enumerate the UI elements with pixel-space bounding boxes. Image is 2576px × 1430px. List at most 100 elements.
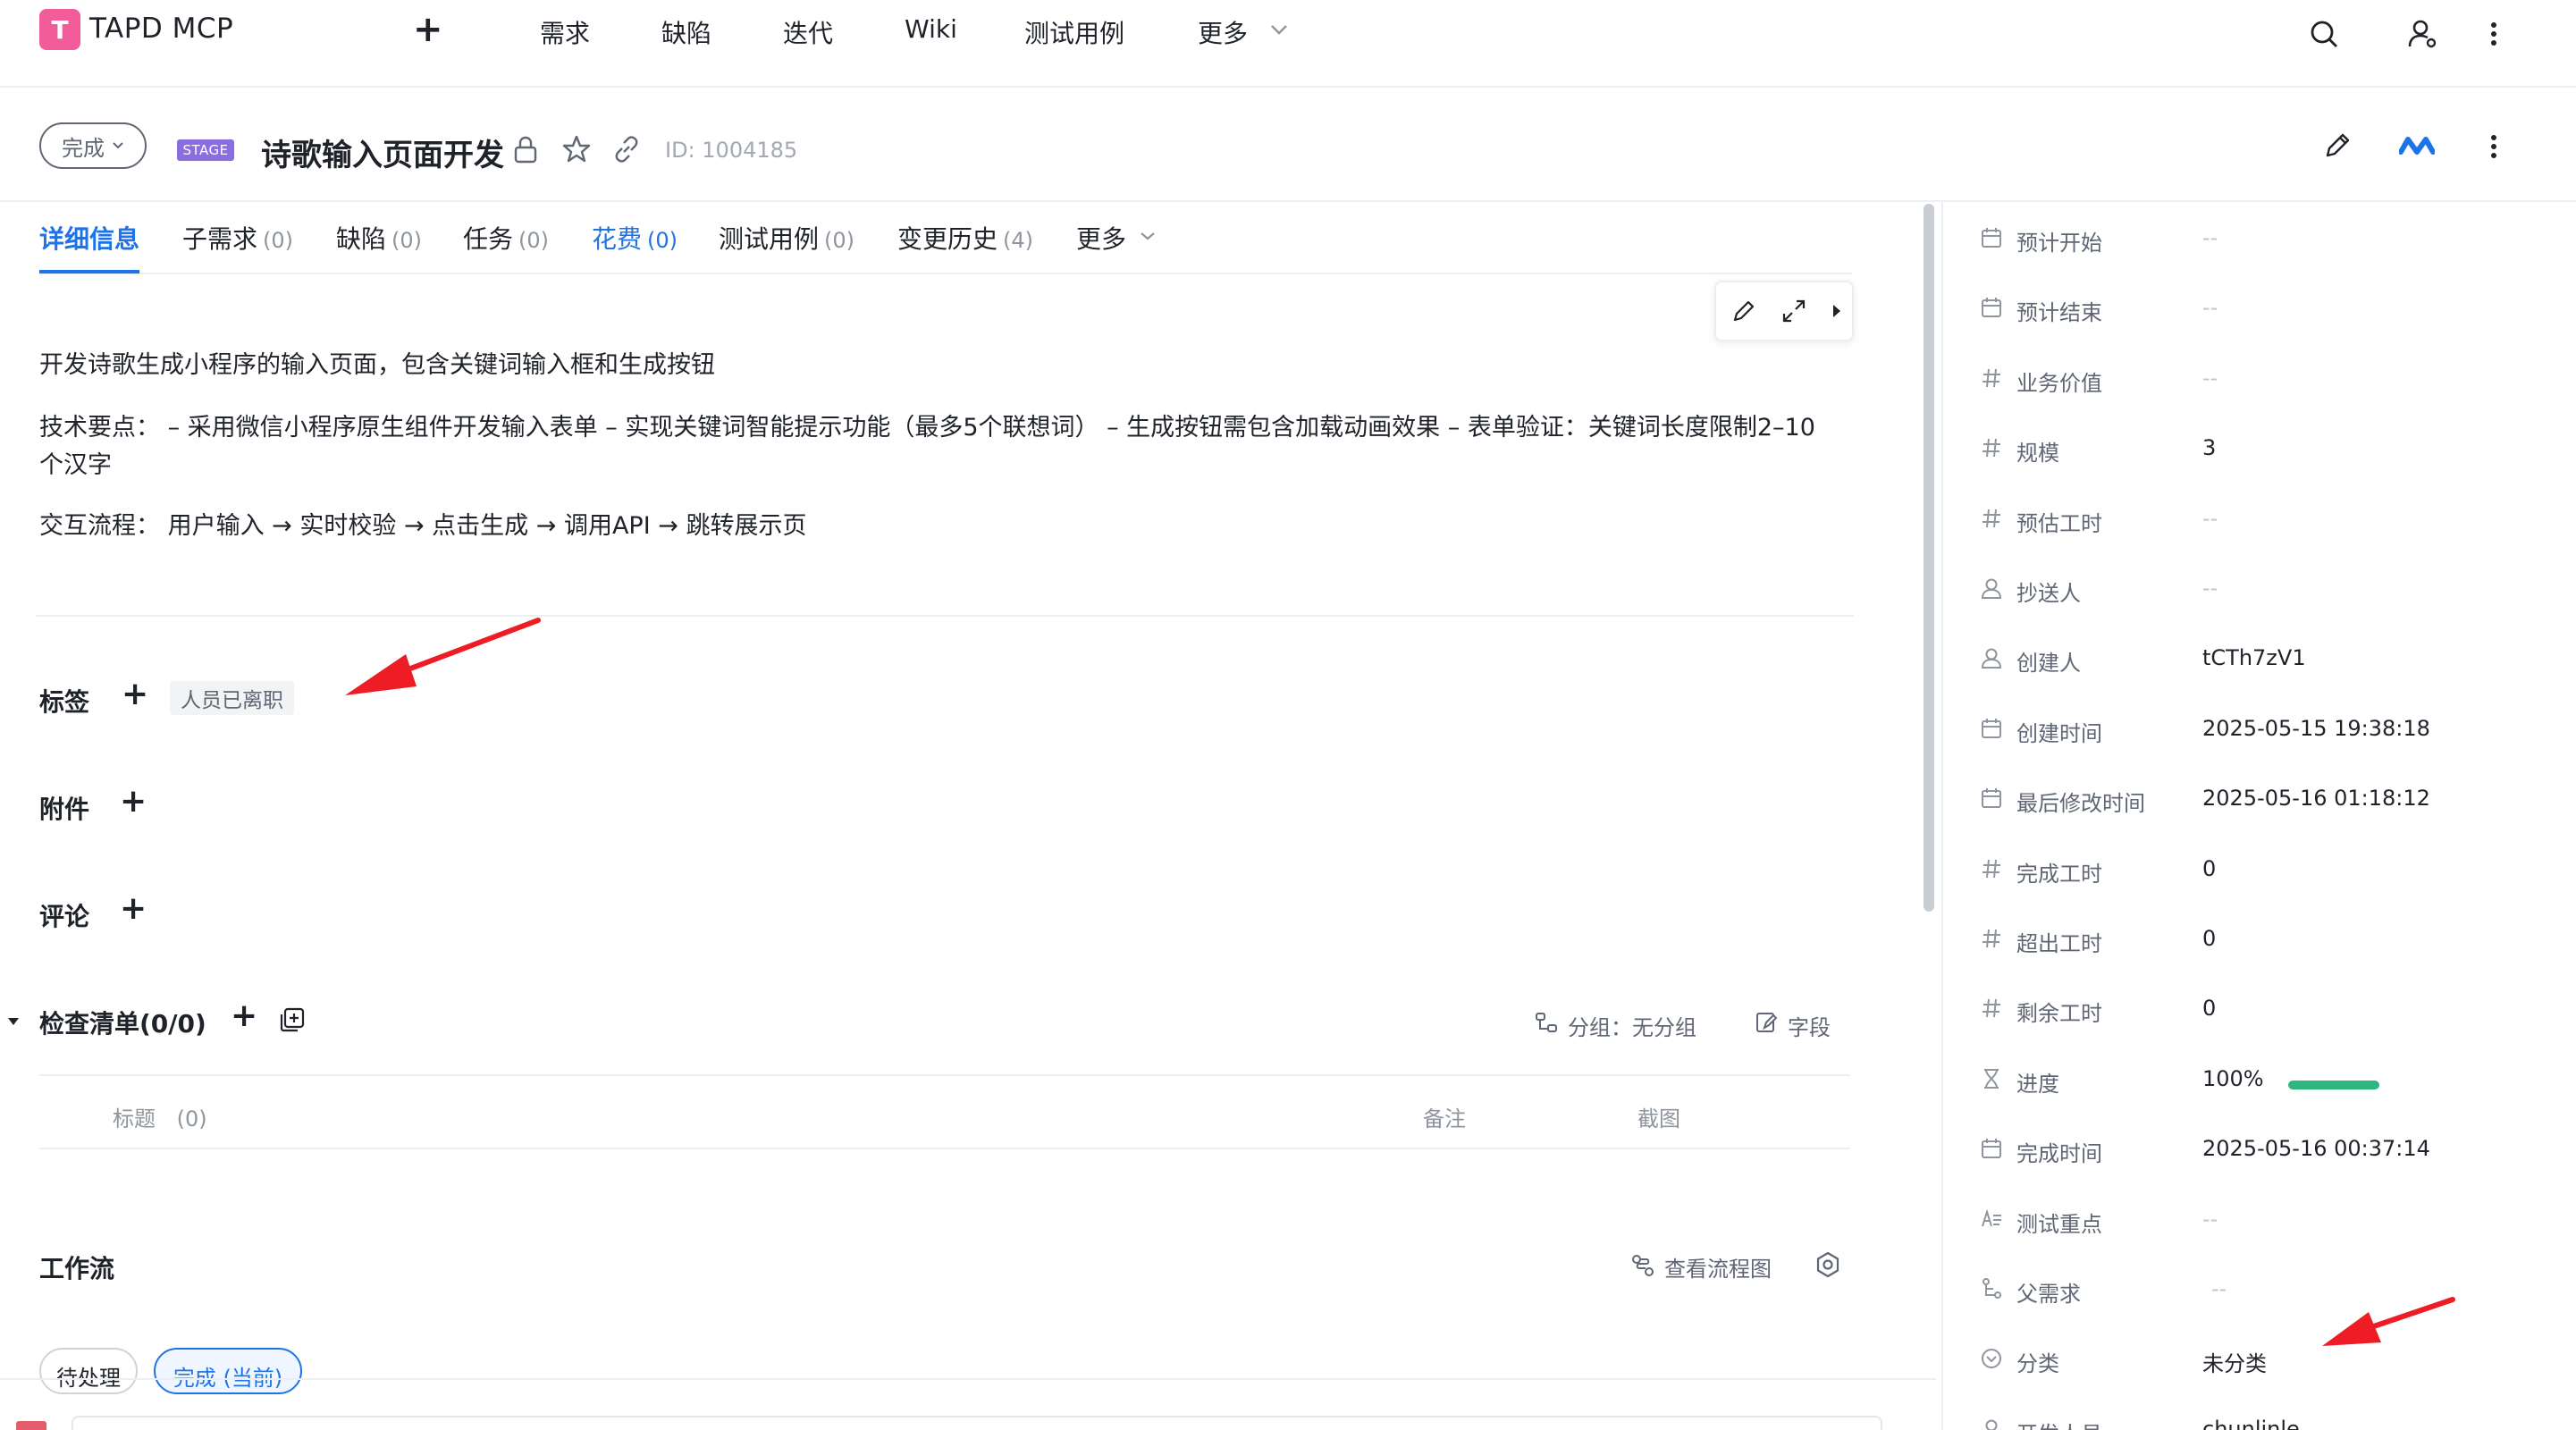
header-more-vertical-icon[interactable] [2485, 130, 2503, 163]
field-value[interactable]: -- [2202, 1207, 2218, 1232]
create-plus-icon[interactable]: + [413, 9, 443, 50]
lock-icon[interactable] [511, 134, 540, 164]
nav-item-testcases[interactable]: 测试用例 [1024, 14, 1124, 50]
field-value[interactable]: 未分类 [2202, 1346, 2267, 1377]
workflow-state-pending[interactable]: 待处理 [39, 1348, 138, 1394]
nav-item-stories[interactable]: 需求 [540, 14, 590, 50]
status-label: 完成 [62, 135, 105, 161]
tab-sub-stories[interactable]: 子需求 (0) [182, 220, 293, 256]
field-label: 父需求 [2016, 1282, 2081, 1307]
field-value[interactable]: 3 [2202, 435, 2216, 460]
tag-chip[interactable]: 人员已离职 [170, 681, 294, 715]
field-value[interactable]: -- [2202, 366, 2218, 391]
field-label: 进度 [2016, 1072, 2059, 1097]
comments-title: 评论 [39, 902, 90, 931]
add-tag-plus-icon[interactable]: + [122, 676, 148, 712]
description-paragraph: 开发诗歌生成小程序的输入页面，包含关键词输入框和生成按钮 [39, 351, 715, 379]
field-label: 最后修改时间 [2016, 791, 2145, 816]
column-title-count: (0) [176, 1106, 207, 1131]
field-value[interactable]: 0 [2202, 926, 2216, 951]
tab-tasks[interactable]: 任务 (0) [463, 220, 549, 256]
field-value[interactable]: chunlinle [2202, 1417, 2300, 1430]
caret-right-icon[interactable] [1831, 302, 1843, 320]
tab-costs[interactable]: 花费 (0) [592, 220, 678, 256]
nav-more-label: 更多 [1198, 19, 1249, 48]
nav-item-wiki[interactable]: Wiki [905, 14, 957, 44]
fields-icon [1754, 1010, 1779, 1035]
calendar-icon [1977, 714, 2006, 743]
field-value[interactable]: 2025-05-16 00:37:14 [2202, 1136, 2430, 1161]
hash-icon [1977, 924, 2006, 953]
field-value[interactable]: -- [2211, 1276, 2227, 1301]
collapse-caret-icon[interactable] [5, 1015, 21, 1028]
fields-button[interactable]: 字段 [1788, 1010, 1831, 1041]
field-value[interactable]: 0 [2202, 856, 2216, 881]
tab-label: 变更历史 [897, 224, 998, 254]
star-icon[interactable] [561, 134, 592, 164]
group-icon [1534, 1010, 1559, 1035]
field-label: 预计结束 [2016, 300, 2102, 325]
group-selector[interactable]: 分组：无分组 [1568, 1010, 1696, 1041]
scrollbar-thumb[interactable] [1924, 204, 1934, 912]
field-value[interactable]: tCTh7zV1 [2202, 645, 2306, 670]
workflow-state-current[interactable]: 完成 (当前) [154, 1348, 302, 1394]
calendar-icon [1977, 223, 2006, 252]
add-comment-plus-icon[interactable]: + [120, 890, 147, 927]
tab-count: (0) [824, 228, 855, 253]
field-value[interactable]: 2025-05-15 19:38:18 [2202, 716, 2430, 741]
edit-pencil-icon[interactable] [2322, 130, 2353, 161]
status-dropdown[interactable]: 完成 [39, 122, 147, 169]
comment-input[interactable] [72, 1416, 1882, 1430]
annotation-arrow [345, 618, 541, 695]
panel-divider [1941, 202, 1943, 1430]
tab-more[interactable]: 更多 [1076, 220, 1126, 256]
description-divider [36, 615, 1854, 617]
assistant-logo-icon[interactable] [2399, 134, 2435, 159]
header-divider [0, 200, 2576, 202]
field-value[interactable]: 2025-05-16 01:18:12 [2202, 786, 2430, 811]
tab-change-history[interactable]: 变更历史 (4) [897, 220, 1033, 256]
field-label: 创建时间 [2016, 721, 2102, 746]
nav-item-more[interactable]: 更多 [1198, 14, 1248, 50]
tab-testcases[interactable]: 测试用例 (0) [719, 220, 854, 256]
add-checklist-plus-icon[interactable]: + [231, 997, 257, 1034]
attachments-title: 附件 [39, 795, 90, 824]
tab-details[interactable]: 详细信息 [39, 220, 139, 256]
more-vertical-icon[interactable] [2485, 18, 2503, 50]
person-icon [1977, 574, 2006, 602]
column-remark: 备注 [1423, 1106, 1466, 1131]
column-title-label: 标题 [113, 1106, 156, 1131]
app-name[interactable]: TAPD MCP [89, 13, 233, 45]
field-value[interactable]: -- [2202, 576, 2218, 601]
tab-bugs[interactable]: 缺陷 (0) [336, 220, 422, 256]
gear-icon[interactable] [1814, 1251, 1841, 1278]
nav-item-bugs[interactable]: 缺陷 [661, 14, 711, 50]
expand-icon[interactable] [1780, 298, 1807, 324]
field-label: 业务价值 [2016, 371, 2102, 396]
view-flowchart-button[interactable]: 查看流程图 [1664, 1251, 1772, 1283]
add-from-template-icon[interactable] [279, 1006, 306, 1033]
page-title: 诗歌输入页面开发 [261, 138, 504, 173]
field-value[interactable]: -- [2202, 506, 2218, 531]
field-label: 预计开始 [2016, 231, 2102, 256]
field-label: 超出工时 [2016, 931, 2102, 956]
field-value[interactable]: -- [2202, 225, 2218, 250]
field-value[interactable]: 100% [2202, 1066, 2264, 1091]
nav-item-iterations[interactable]: 迭代 [783, 14, 833, 50]
progress-bar [2288, 1081, 2379, 1089]
app-logo[interactable]: T [39, 9, 80, 50]
field-value[interactable]: -- [2202, 295, 2218, 320]
user-settings-icon[interactable] [2406, 18, 2438, 50]
workflow-title: 工作流 [39, 1254, 115, 1283]
calendar-icon [1977, 293, 2006, 322]
field-value[interactable]: 0 [2202, 996, 2216, 1021]
link-icon[interactable] [611, 134, 642, 164]
hash-icon [1977, 994, 2006, 1022]
field-label: 完成工时 [2016, 862, 2102, 887]
hash-icon [1977, 364, 2006, 392]
bottom-divider [0, 1378, 1936, 1380]
edit-description-icon[interactable] [1730, 298, 1757, 324]
search-icon[interactable] [2308, 18, 2340, 50]
field-label: 预估工时 [2016, 511, 2102, 536]
add-attachment-plus-icon[interactable]: + [120, 783, 147, 820]
